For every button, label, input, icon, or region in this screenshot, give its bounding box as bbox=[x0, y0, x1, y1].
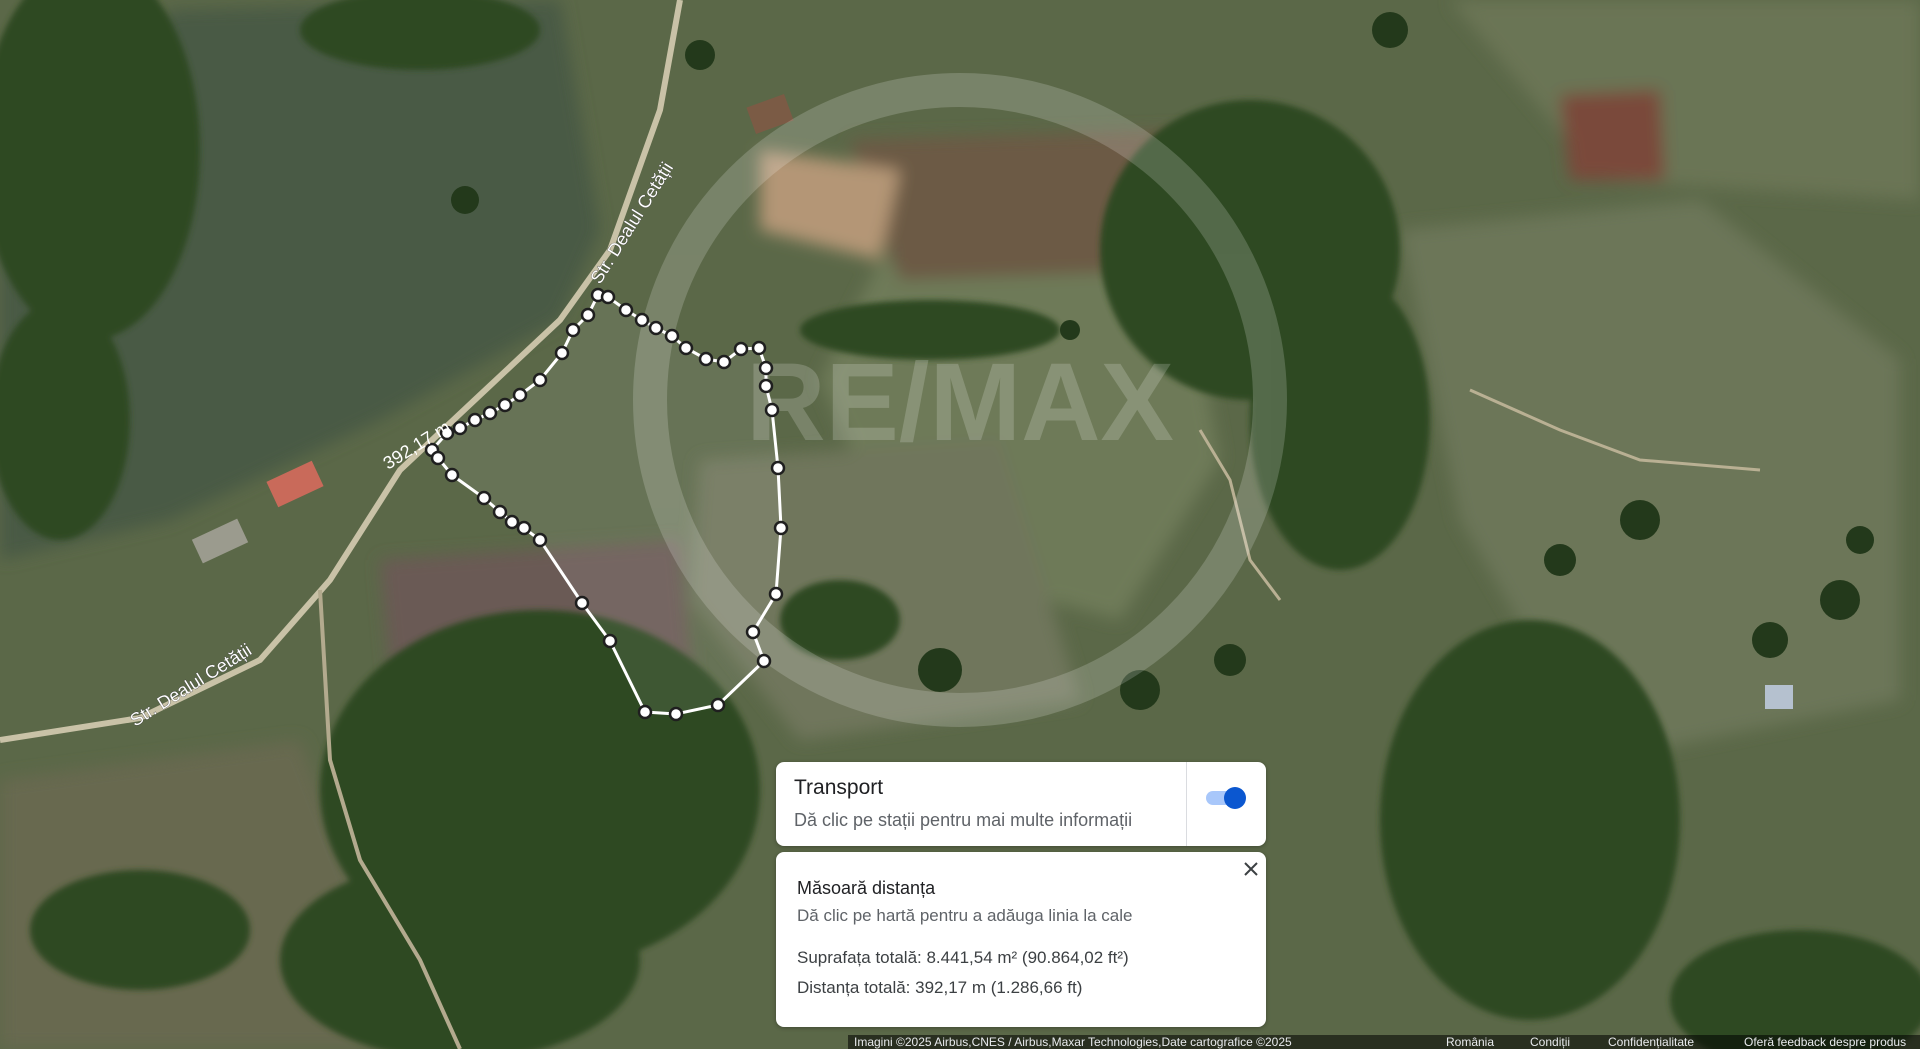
watermark-text: RE/MAX bbox=[746, 341, 1174, 464]
transport-layer-card[interactable]: Transport Dă clic pe stații pentru mai m… bbox=[776, 762, 1266, 846]
total-area: Suprafața totală: 8.441,54 m² (90.864,02… bbox=[797, 948, 1129, 967]
feedback-link[interactable]: Oferă feedback despre produs bbox=[1744, 1035, 1906, 1049]
measure-point[interactable] bbox=[574, 595, 590, 611]
house-roof bbox=[1765, 685, 1793, 709]
measure-point[interactable] bbox=[492, 504, 508, 520]
measure-point[interactable] bbox=[756, 653, 772, 669]
measure-subtitle: Dă clic pe hartă pentru a adăuga linia l… bbox=[797, 906, 1133, 925]
measure-point[interactable] bbox=[648, 320, 664, 336]
measure-point[interactable] bbox=[637, 704, 653, 720]
measure-point[interactable] bbox=[444, 467, 460, 483]
measure-point[interactable] bbox=[764, 402, 780, 418]
measure-point[interactable] bbox=[482, 405, 498, 421]
measure-point[interactable] bbox=[716, 354, 732, 370]
measure-point[interactable] bbox=[770, 460, 786, 476]
privacy-link[interactable]: Confidențialitate bbox=[1608, 1035, 1694, 1049]
measure-point[interactable] bbox=[532, 372, 548, 388]
total-distance: Distanța totală: 392,17 m (1.286,66 ft) bbox=[797, 978, 1083, 997]
measure-point[interactable] bbox=[634, 312, 650, 328]
transport-toggle[interactable] bbox=[1204, 786, 1248, 810]
terms-link[interactable]: Condiții bbox=[1530, 1035, 1570, 1049]
measure-point[interactable] bbox=[600, 289, 616, 305]
measure-point[interactable] bbox=[602, 633, 618, 649]
measure-point[interactable] bbox=[751, 340, 767, 356]
measure-distance-card: Măsoară distanța Dă clic pe hartă pentru… bbox=[776, 852, 1266, 1027]
measure-point[interactable] bbox=[467, 412, 483, 428]
close-icon[interactable] bbox=[1240, 858, 1262, 880]
measure-point[interactable] bbox=[758, 360, 774, 376]
measure-point[interactable] bbox=[768, 586, 784, 602]
divider bbox=[1186, 762, 1187, 846]
measure-point[interactable] bbox=[565, 322, 581, 338]
measure-point[interactable] bbox=[532, 532, 548, 548]
measure-title: Măsoară distanța bbox=[797, 878, 936, 898]
measure-point[interactable] bbox=[678, 340, 694, 356]
country-link[interactable]: România bbox=[1446, 1035, 1494, 1049]
measure-point[interactable] bbox=[618, 302, 634, 318]
measure-point[interactable] bbox=[476, 490, 492, 506]
measure-point[interactable] bbox=[733, 341, 749, 357]
measure-point[interactable] bbox=[698, 351, 714, 367]
measure-point[interactable] bbox=[710, 697, 726, 713]
measure-point[interactable] bbox=[554, 345, 570, 361]
measure-point[interactable] bbox=[580, 307, 596, 323]
transport-subtitle: Dă clic pe stații pentru mai multe infor… bbox=[794, 810, 1133, 830]
measure-point[interactable] bbox=[452, 420, 468, 436]
measure-point[interactable] bbox=[758, 378, 774, 394]
measure-point[interactable] bbox=[504, 514, 520, 530]
measure-point[interactable] bbox=[664, 328, 680, 344]
measure-point[interactable] bbox=[745, 624, 761, 640]
measure-point[interactable] bbox=[773, 520, 789, 536]
measure-point[interactable] bbox=[516, 520, 532, 536]
measure-point[interactable] bbox=[668, 706, 684, 722]
transport-title: Transport bbox=[794, 776, 884, 799]
measure-point[interactable] bbox=[430, 450, 446, 466]
measure-point[interactable] bbox=[512, 387, 528, 403]
measure-point[interactable] bbox=[497, 397, 513, 413]
toggle-knob bbox=[1224, 787, 1246, 809]
imagery-attribution: Imagini ©2025 Airbus,CNES / Airbus,Maxar… bbox=[854, 1035, 1292, 1049]
map-footer: Imagini ©2025 Airbus,CNES / Airbus,Maxar… bbox=[848, 1035, 1920, 1049]
